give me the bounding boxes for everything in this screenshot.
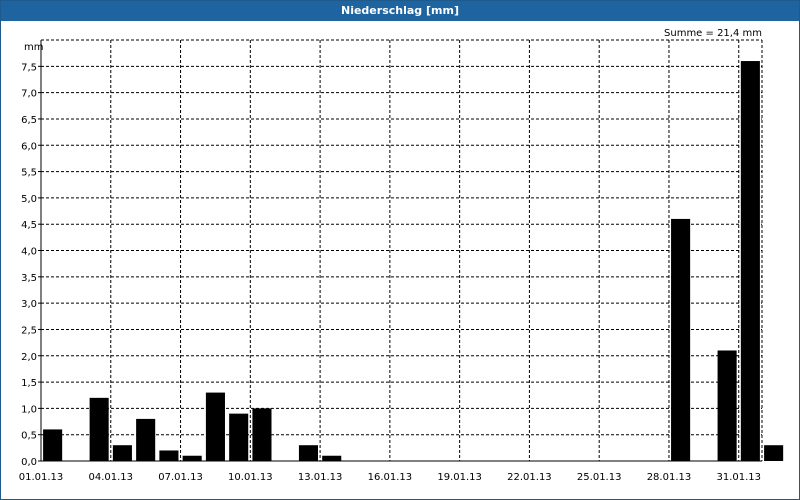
bar	[112, 445, 132, 461]
bar	[205, 392, 225, 461]
x-tick-label: 13.01.13	[298, 472, 343, 483]
x-tick-label: 28.01.13	[647, 472, 692, 483]
bar	[322, 455, 342, 461]
y-tick-label: 4,5	[21, 220, 37, 231]
bars	[43, 61, 784, 462]
grid-lines	[41, 39, 763, 461]
bar	[182, 455, 202, 461]
y-tick-label: 0,0	[21, 457, 37, 468]
bar	[159, 450, 179, 461]
y-tick-label: 1,5	[21, 378, 37, 389]
bar	[43, 429, 63, 461]
bar	[136, 418, 156, 461]
y-tick-labels: 0,0 0,5 1,0 1,5 2,0 2,5 3,0 3,5 4,0 4,5 5,0 5,5 6,0 6…	[21, 62, 37, 468]
x-tick-label: 10.01.13	[228, 472, 273, 483]
y-tick-label: 7,0	[21, 89, 37, 100]
bar	[740, 61, 760, 462]
sum-annotation: Summe = 21,4 mm	[664, 28, 762, 39]
bar	[717, 350, 737, 461]
x-tick-label: 22.01.13	[507, 472, 552, 483]
bar	[229, 413, 249, 461]
y-tick-label: 5,5	[21, 168, 37, 179]
bar	[298, 445, 319, 461]
y-tick-label: 3,5	[21, 273, 37, 284]
y-tick-label: 6,5	[21, 115, 37, 126]
x-tick-label: 19.01.13	[437, 472, 482, 483]
x-tick-label: 01.01.13	[19, 472, 64, 483]
x-tick-labels: 01.01.13 04.01.13 07.01.13 10.01.13 13.01.13…	[19, 472, 761, 483]
x-tick-label: 31.01.13	[716, 472, 761, 483]
y-tick-label: 6,0	[21, 141, 37, 152]
bar	[671, 218, 691, 461]
y-tick-label: 3,0	[21, 299, 37, 310]
y-tick-label: 4,0	[21, 247, 37, 258]
bar	[764, 445, 784, 461]
y-tick-label: 2,5	[21, 325, 37, 336]
x-tick-label: 07.01.13	[158, 472, 203, 483]
y-tick-label: 5,0	[21, 194, 37, 205]
x-tick-label: 04.01.13	[89, 472, 134, 483]
x-tick-label: 25.01.13	[577, 472, 622, 483]
precipitation-chart: mm Summe = 21,4 mm 0,00,51,01,52,02,53,0…	[19, 28, 784, 483]
y-tick-label: 1,0	[21, 404, 37, 415]
x-tick-label: 16.01.13	[368, 472, 413, 483]
bar	[89, 397, 109, 461]
bar	[252, 408, 272, 461]
y-tick-label: 7,5	[21, 62, 37, 73]
y-tick-label: 0,5	[21, 431, 37, 442]
y-tick-label: 2,0	[21, 352, 37, 363]
